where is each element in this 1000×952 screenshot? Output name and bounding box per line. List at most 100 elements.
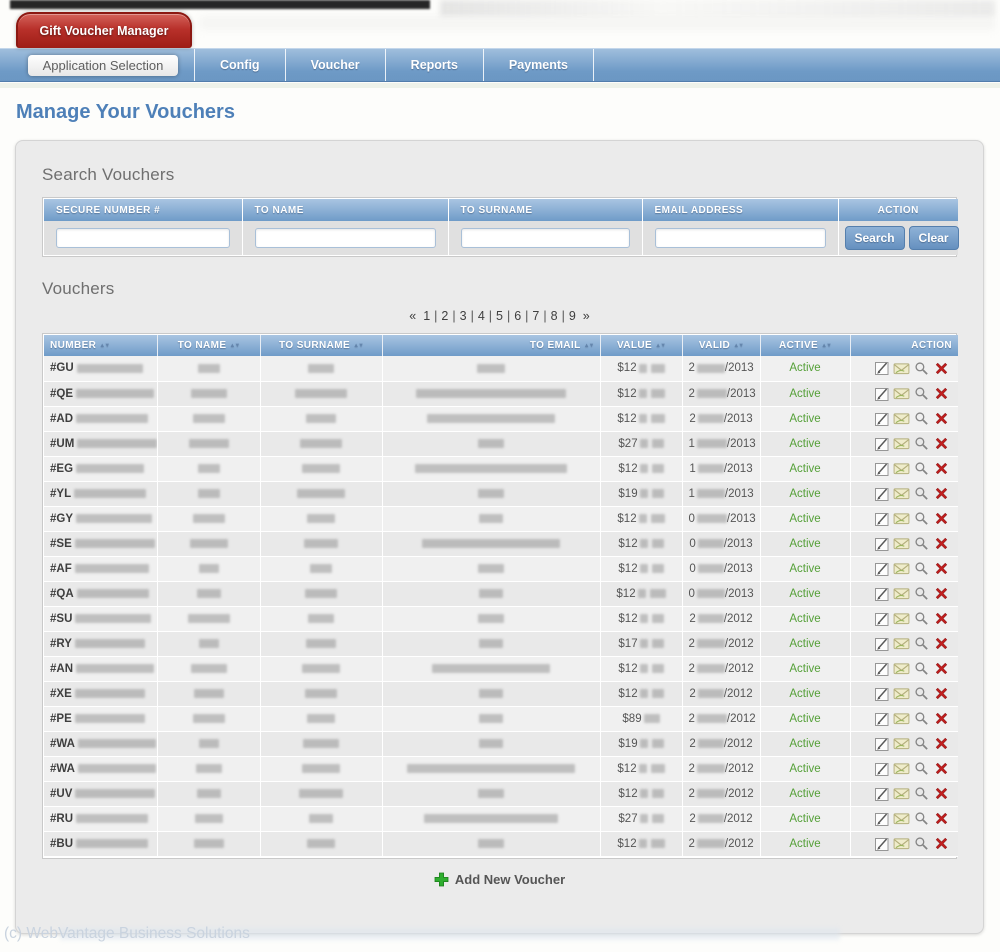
to-name-input[interactable] [254,228,436,248]
col-header-number[interactable]: NUMBER ▲▼ [44,335,158,356]
edit-icon[interactable] [873,435,890,452]
view-icon[interactable] [913,360,930,377]
email-icon[interactable] [893,710,910,727]
delete-icon[interactable] [933,810,950,827]
edit-icon[interactable] [873,660,890,677]
delete-icon[interactable] [933,485,950,502]
view-icon[interactable] [913,410,930,427]
email-icon[interactable] [893,835,910,852]
col-header-valid[interactable]: VALID ▲▼ [682,335,761,356]
edit-icon[interactable] [873,385,890,402]
edit-icon[interactable] [873,760,890,777]
page-link-5[interactable]: 5 [496,309,503,323]
col-header-to-surname[interactable]: TO SURNAME ▲▼ [260,335,383,356]
delete-icon[interactable] [933,685,950,702]
delete-icon[interactable] [933,510,950,527]
email-icon[interactable] [893,635,910,652]
email-icon[interactable] [893,360,910,377]
edit-icon[interactable] [873,685,890,702]
delete-icon[interactable] [933,760,950,777]
edit-icon[interactable] [873,835,890,852]
edit-icon[interactable] [873,410,890,427]
view-icon[interactable] [913,760,930,777]
delete-icon[interactable] [933,435,950,452]
email-address-input[interactable] [654,228,826,248]
view-icon[interactable] [913,610,930,627]
app-logo-button[interactable]: Gift Voucher Manager [16,12,192,48]
nav-item-payments[interactable]: Payments [482,49,593,81]
page-link-8[interactable]: 8 [551,309,558,323]
page-link-2[interactable]: 2 [441,309,448,323]
nav-item-reports[interactable]: Reports [384,49,483,81]
email-icon[interactable] [893,410,910,427]
delete-icon[interactable] [933,735,950,752]
nav-item-voucher[interactable]: Voucher [284,49,385,81]
delete-icon[interactable] [933,560,950,577]
email-icon[interactable] [893,585,910,602]
email-icon[interactable] [893,810,910,827]
email-icon[interactable] [893,760,910,777]
view-icon[interactable] [913,735,930,752]
email-icon[interactable] [893,510,910,527]
email-icon[interactable] [893,485,910,502]
delete-icon[interactable] [933,585,950,602]
page-link-7[interactable]: 7 [532,309,539,323]
delete-icon[interactable] [933,360,950,377]
email-icon[interactable] [893,535,910,552]
view-icon[interactable] [913,785,930,802]
email-icon[interactable] [893,785,910,802]
sort-icon[interactable]: ▲▼ [584,343,595,349]
col-header-active[interactable]: ACTIVE ▲▼ [760,335,851,356]
page-link-3[interactable]: 3 [460,309,467,323]
delete-icon[interactable] [933,460,950,477]
secure-number-input[interactable] [56,228,230,248]
email-icon[interactable] [893,385,910,402]
pagination-next[interactable]: » [583,309,590,323]
edit-icon[interactable] [873,460,890,477]
edit-icon[interactable] [873,510,890,527]
edit-icon[interactable] [873,360,890,377]
col-header-value[interactable]: VALUE ▲▼ [600,335,683,356]
edit-icon[interactable] [873,535,890,552]
view-icon[interactable] [913,660,930,677]
view-icon[interactable] [913,385,930,402]
delete-icon[interactable] [933,660,950,677]
edit-icon[interactable] [873,710,890,727]
delete-icon[interactable] [933,535,950,552]
view-icon[interactable] [913,560,930,577]
application-selection-button[interactable]: Application Selection [28,54,178,76]
edit-icon[interactable] [873,485,890,502]
edit-icon[interactable] [873,785,890,802]
email-icon[interactable] [893,560,910,577]
sort-icon[interactable]: ▲▼ [733,343,744,349]
nav-item-config[interactable]: Config [194,49,285,81]
email-icon[interactable] [893,735,910,752]
view-icon[interactable] [913,835,930,852]
page-link-4[interactable]: 4 [478,309,485,323]
delete-icon[interactable] [933,610,950,627]
email-icon[interactable] [893,610,910,627]
view-icon[interactable] [913,460,930,477]
col-header-to-name[interactable]: TO NAME ▲▼ [157,335,261,356]
edit-icon[interactable] [873,560,890,577]
view-icon[interactable] [913,510,930,527]
page-link-1[interactable]: 1 [423,309,430,323]
edit-icon[interactable] [873,585,890,602]
delete-icon[interactable] [933,835,950,852]
page-link-9[interactable]: 9 [569,309,576,323]
sort-icon[interactable]: ▲▼ [821,343,832,349]
to-surname-input[interactable] [460,228,630,248]
delete-icon[interactable] [933,410,950,427]
edit-icon[interactable] [873,735,890,752]
view-icon[interactable] [913,710,930,727]
sort-icon[interactable]: ▲▼ [353,343,364,349]
view-icon[interactable] [913,435,930,452]
view-icon[interactable] [913,635,930,652]
pagination-prev[interactable]: « [409,309,416,323]
delete-icon[interactable] [933,710,950,727]
edit-icon[interactable] [873,635,890,652]
delete-icon[interactable] [933,385,950,402]
page-link-6[interactable]: 6 [514,309,521,323]
delete-icon[interactable] [933,785,950,802]
email-icon[interactable] [893,435,910,452]
